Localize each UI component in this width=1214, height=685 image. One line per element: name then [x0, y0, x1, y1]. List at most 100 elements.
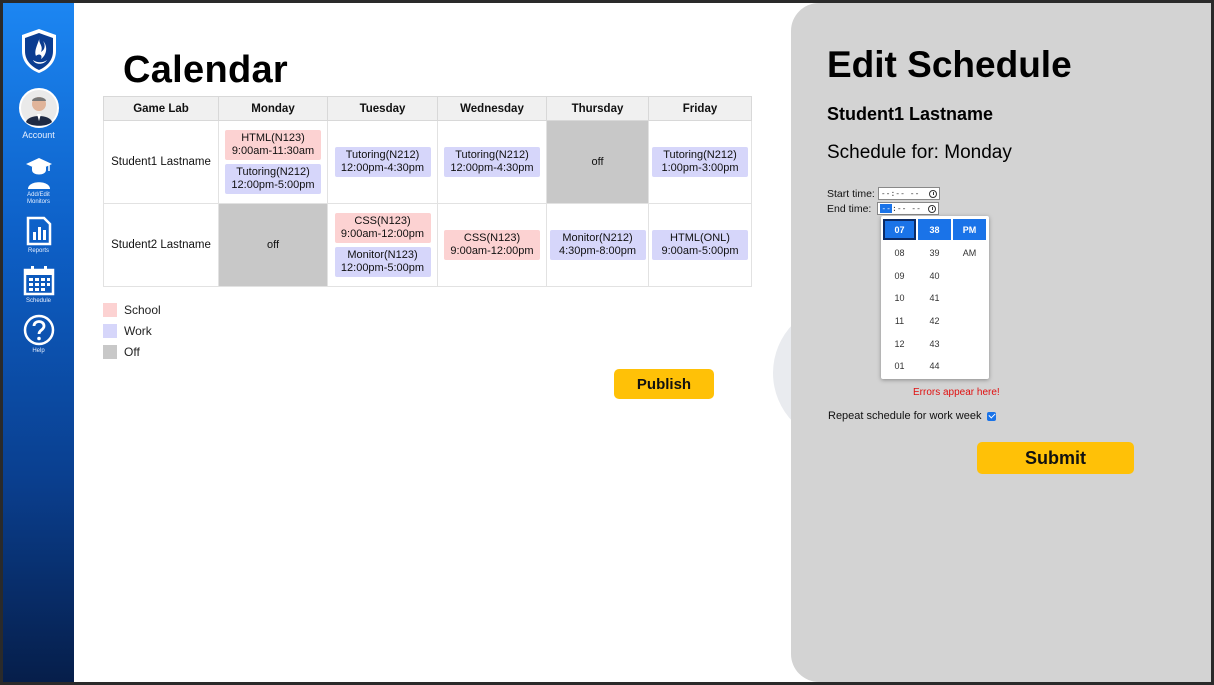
panel-title: Edit Schedule [827, 44, 1072, 85]
event-title: Tutoring(N212) [455, 149, 529, 161]
column-header: Friday [648, 96, 752, 121]
column-header: Thursday [546, 96, 649, 121]
end-time-value: --:-- -- [880, 204, 921, 213]
hour-option[interactable]: 09 [883, 264, 916, 287]
minute-option[interactable]: 44 [918, 355, 951, 378]
sidebar-item-account[interactable]: Account [3, 88, 74, 140]
event-title: HTML(N123) [241, 132, 305, 144]
end-time-hour-segment[interactable]: -- [880, 204, 892, 213]
hour-option[interactable]: 12 [883, 332, 916, 355]
day-cell-off[interactable]: off [218, 203, 328, 287]
column-header: Wednesday [437, 96, 547, 121]
start-time-value: --:-- -- [880, 189, 920, 198]
ampm-column[interactable]: PM AM [953, 219, 986, 264]
schedule-day-label: Schedule for: Monday [827, 142, 1012, 163]
schedule-event[interactable]: Monitor(N123) 12:00pm-5:00pm [334, 247, 431, 277]
hour-option[interactable]: 07 [883, 219, 916, 240]
table-row: Student2 Lastname off CSS(N123) 9:00am-12… [103, 203, 752, 287]
legend-swatch [103, 302, 117, 317]
event-title: CSS(N123) [354, 215, 411, 227]
hour-column[interactable]: 07 08 09 10 11 12 01 [883, 219, 916, 378]
sidebar-item-help[interactable]: Help [3, 314, 74, 355]
graduate-user-icon [25, 158, 52, 189]
hour-option[interactable]: 08 [883, 242, 916, 265]
minute-option[interactable]: 38 [918, 219, 951, 240]
schedule-event[interactable]: Monitor(N212) 4:30pm-8:00pm [549, 230, 646, 260]
end-time-input[interactable]: --:-- -- [877, 202, 940, 215]
event-time: 12:00pm-5:00pm [231, 179, 315, 191]
event-time: 4:30pm-8:00pm [558, 245, 637, 257]
minute-option[interactable]: 42 [918, 310, 951, 333]
hour-option[interactable]: 01 [883, 355, 916, 378]
sidebar-item-schedule[interactable]: Schedule [3, 266, 74, 305]
minute-option[interactable]: 40 [918, 264, 951, 287]
sidebar-item-reports[interactable]: Reports [3, 216, 74, 255]
schedule-event[interactable]: Tutoring(N212) 12:00pm-5:00pm [225, 164, 321, 194]
schedule-event[interactable]: Tutoring(N212) 12:00pm-4:30pm [334, 147, 431, 177]
error-message: Errors appear here! [913, 387, 1000, 398]
day-cell-monday[interactable]: HTML(N123) 9:00am-11:30am Tutoring(N212) 1… [218, 120, 328, 204]
day-cell-off[interactable]: off [546, 120, 649, 204]
legend: School Work Off [103, 299, 161, 362]
event-time: 12:00pm-5:00pm [340, 262, 425, 274]
day-cell-wednesday[interactable]: CSS(N123) 9:00am-12:00pm [437, 203, 547, 287]
event-title: Tutoring(N212) [236, 166, 310, 178]
schedule-event[interactable]: Tutoring(N212) 12:00pm-4:30pm [444, 147, 540, 177]
start-time-input[interactable]: --:-- -- [877, 187, 940, 200]
minute-option[interactable]: 39 [918, 242, 951, 265]
day-cell-thursday[interactable]: Monitor(N212) 4:30pm-8:00pm [546, 203, 649, 287]
end-time-label: End time: [827, 202, 872, 215]
minute-option[interactable]: 41 [918, 287, 951, 310]
help-icon [23, 314, 54, 346]
column-header: Game Lab [103, 96, 219, 121]
schedule-event[interactable]: Tutoring(N212) 1:00pm-3:00pm [652, 147, 748, 177]
day-cell-wednesday[interactable]: Tutoring(N212) 12:00pm-4:30pm [437, 120, 547, 204]
ampm-option[interactable]: PM [953, 219, 986, 240]
event-time: 9:00am-5:00pm [661, 245, 739, 257]
sidebar-item-monitors[interactable]: Add/Edit Monitors [3, 156, 74, 206]
clock-icon [928, 204, 937, 213]
flame-shield-icon [21, 29, 56, 73]
legend-swatch [103, 323, 117, 338]
app-window: Account Add/Edit Monitors Reports Schedu… [3, 3, 1211, 682]
minute-column[interactable]: 38 39 40 41 42 43 44 [918, 219, 951, 378]
sidebar-item-label: Help [32, 348, 45, 354]
event-time: 9:00am-12:00pm [340, 228, 425, 240]
column-header: Monday [218, 96, 328, 121]
day-cell-friday[interactable]: HTML(ONL) 9:00am-5:00pm [648, 203, 752, 287]
hour-option[interactable]: 10 [883, 287, 916, 310]
avatar [18, 88, 59, 128]
schedule-event[interactable]: CSS(N123) 9:00am-12:00pm [444, 230, 540, 260]
student-name-cell: Student1 Lastname [103, 120, 219, 204]
ampm-option[interactable]: AM [953, 242, 986, 265]
clock-icon [928, 189, 937, 198]
submit-button[interactable]: Submit [977, 442, 1134, 474]
schedule-event[interactable]: CSS(N123) 9:00am-12:00pm [334, 213, 431, 243]
end-time-row: End time: --:-- -- [827, 202, 940, 215]
start-time-label: Start time: [827, 187, 875, 200]
event-title: Monitor(N212) [562, 232, 633, 244]
schedule-event[interactable]: HTML(ONL) 9:00am-5:00pm [652, 230, 748, 260]
repeat-schedule-checkbox[interactable] [987, 411, 997, 421]
day-cell-friday[interactable]: Tutoring(N212) 1:00pm-3:00pm [648, 120, 752, 204]
student-name-cell: Student2 Lastname [103, 203, 219, 287]
time-picker-dropdown: 07 08 09 10 11 12 01 38 39 40 41 42 43 4… [881, 216, 989, 379]
logo[interactable] [3, 27, 74, 75]
day-cell-tuesday[interactable]: CSS(N123) 9:00am-12:00pm Monitor(N123) 12:… [327, 203, 438, 287]
event-time: 12:00pm-4:30pm [340, 162, 425, 174]
event-title: HTML(ONL) [670, 232, 730, 244]
sidebar-item-label: Schedule [25, 298, 52, 304]
event-time: 9:00am-12:00pm [450, 245, 534, 257]
student-name: Student1 Lastname [827, 104, 994, 124]
legend-item-work: Work [103, 320, 161, 341]
hour-option[interactable]: 11 [883, 310, 916, 333]
event-title: CSS(N123) [463, 232, 521, 244]
end-time-rest: :-- -- [892, 204, 921, 213]
calendar-icon [23, 266, 54, 296]
legend-item-school: School [103, 299, 161, 320]
publish-button[interactable]: Publish [614, 369, 714, 399]
day-cell-tuesday[interactable]: Tutoring(N212) 12:00pm-4:30pm [327, 120, 438, 204]
schedule-event[interactable]: HTML(N123) 9:00am-11:30am [225, 130, 321, 160]
minute-option[interactable]: 43 [918, 332, 951, 355]
reports-icon [26, 216, 51, 246]
